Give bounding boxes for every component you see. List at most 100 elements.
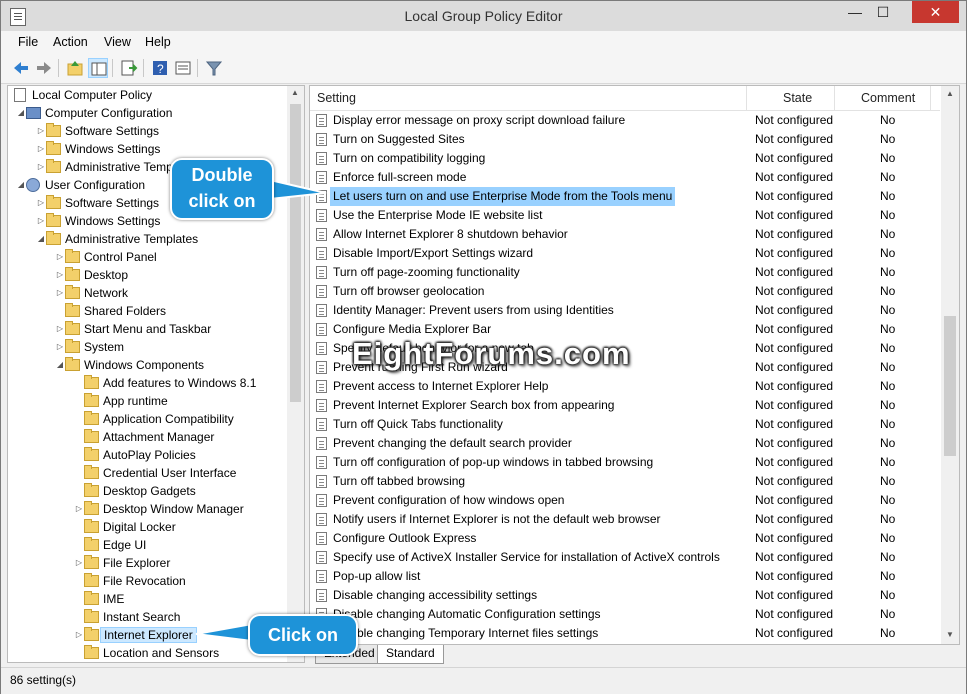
column-divider[interactable] (834, 86, 835, 110)
tree-item-windows-settings[interactable]: ▷ Windows Settings (36, 140, 160, 158)
collapsed-arrow-icon[interactable]: ▷ (36, 194, 46, 212)
setting-row[interactable]: Turn off browser geolocation Not configur… (310, 282, 940, 301)
tree-item-component[interactable]: Application Compatibility (74, 410, 234, 428)
setting-row[interactable]: Display error message on proxy script do… (310, 111, 940, 130)
expanded-arrow-icon[interactable]: ◢ (55, 356, 65, 374)
setting-row[interactable]: Configure Outlook Express Not configured N… (310, 529, 940, 548)
tree-item-component[interactable]: Credential User Interface (74, 464, 236, 482)
column-header-comment[interactable]: Comment (861, 91, 915, 105)
export-list-icon[interactable] (119, 58, 139, 78)
setting-row[interactable]: Disable changing Automatic Configuration… (310, 605, 940, 624)
menu-action[interactable]: Action (53, 35, 88, 49)
forward-icon[interactable] (34, 58, 54, 78)
expanded-arrow-icon[interactable]: ◢ (16, 176, 26, 194)
collapsed-arrow-icon[interactable]: ▷ (36, 158, 46, 176)
tree-item-start-menu-taskbar[interactable]: ▷ Start Menu and Taskbar (55, 320, 211, 338)
tree-item-internet-explorer[interactable]: ▷ Internet Explorer (74, 626, 197, 644)
collapsed-arrow-icon[interactable]: ▷ (74, 554, 84, 572)
collapsed-arrow-icon[interactable]: ▷ (55, 284, 65, 302)
setting-row[interactable]: Notify users if Internet Explorer is not… (310, 510, 940, 529)
tree-item-user-configuration[interactable]: ◢ User Configuration (16, 176, 145, 194)
setting-row[interactable]: Turn off tabbed browsing Not configured No (310, 472, 940, 491)
expanded-arrow-icon[interactable]: ◢ (36, 230, 46, 248)
back-icon[interactable] (11, 58, 31, 78)
tree-item-component[interactable]: App runtime (74, 392, 168, 410)
scroll-up-icon[interactable]: ▲ (291, 88, 299, 97)
collapsed-arrow-icon[interactable]: ▷ (55, 320, 65, 338)
tree-item-computer-configuration[interactable]: ◢ Computer Configuration (16, 104, 172, 122)
tree-item-administrative-templates[interactable]: ◢ Administrative Templates (36, 230, 198, 248)
tree-item-component[interactable]: ▷ Desktop Window Manager (74, 500, 244, 518)
setting-row[interactable]: Disable Import/Export Settings wizard Not… (310, 244, 940, 263)
close-button[interactable]: ✕ (912, 1, 959, 23)
scroll-down-icon[interactable]: ▼ (946, 630, 954, 639)
column-header-setting[interactable]: Setting (317, 91, 356, 105)
setting-row[interactable]: Prevent changing the default search prov… (310, 434, 940, 453)
expanded-arrow-icon[interactable]: ◢ (16, 104, 26, 122)
list-scrollbar-thumb[interactable] (944, 316, 956, 456)
tree-item-software-settings[interactable]: ▷ Software Settings (36, 194, 159, 212)
collapsed-arrow-icon[interactable]: ▷ (36, 212, 46, 230)
setting-row[interactable]: Turn on Suggested Sites Not configured No (310, 130, 940, 149)
tree-item-local-computer-policy[interactable]: Local Computer Policy (14, 86, 152, 104)
menu-help[interactable]: Help (145, 35, 171, 49)
tree-item-component[interactable]: Attachment Manager (74, 428, 214, 446)
scroll-up-icon[interactable]: ▲ (946, 89, 954, 98)
filter-icon[interactable] (204, 58, 224, 78)
tree-item-component[interactable]: Location and Sensors (74, 644, 219, 662)
tree-item-desktop[interactable]: ▷ Desktop (55, 266, 128, 284)
tree-item-system[interactable]: ▷ System (55, 338, 124, 356)
tree-item-component[interactable]: File Revocation (74, 572, 186, 590)
setting-row[interactable]: Allow Internet Explorer 8 shutdown behav… (310, 225, 940, 244)
help-icon[interactable]: ? (150, 58, 170, 78)
tree-item-software-settings[interactable]: ▷ Software Settings (36, 122, 159, 140)
tab-standard[interactable]: Standard (377, 645, 444, 664)
tree-item-shared-folders[interactable]: Shared Folders (55, 302, 166, 320)
properties-icon[interactable] (173, 58, 193, 78)
up-folder-icon[interactable] (65, 58, 85, 78)
tree-item-component[interactable]: IME (74, 590, 124, 608)
column-divider[interactable] (746, 86, 747, 110)
setting-row[interactable]: Turn off configuration of pop-up windows… (310, 453, 940, 472)
tree-item-network[interactable]: ▷ Network (55, 284, 128, 302)
tree-item-component[interactable]: Add features to Windows 8.1 (74, 374, 256, 392)
tree-item-control-panel[interactable]: ▷ Control Panel (55, 248, 157, 266)
setting-row[interactable]: Turn off page-zooming functionality Not c… (310, 263, 940, 282)
minimize-button[interactable]: — (841, 1, 869, 23)
setting-row[interactable]: Turn off Quick Tabs functionality Not con… (310, 415, 940, 434)
tree-item-component[interactable]: Edge UI (74, 536, 146, 554)
setting-row[interactable]: Enforce full-screen mode Not configured No (310, 168, 940, 187)
setting-row[interactable]: Specify use of ActiveX Installer Service… (310, 548, 940, 567)
setting-row[interactable]: Use the Enterprise Mode IE website list N… (310, 206, 940, 225)
menu-view[interactable]: View (104, 35, 131, 49)
show-hide-tree-icon[interactable] (88, 58, 108, 78)
setting-row[interactable]: Disable changing Temporary Internet file… (310, 624, 940, 643)
tree-scrollbar-thumb[interactable] (290, 104, 301, 402)
setting-row[interactable]: Disable changing accessibility settings N… (310, 586, 940, 605)
tree-item-component[interactable]: AutoPlay Policies (74, 446, 196, 464)
tree-item-component[interactable]: Digital Locker (74, 518, 176, 536)
collapsed-arrow-icon[interactable]: ▷ (74, 500, 84, 518)
collapsed-arrow-icon[interactable]: ▷ (55, 338, 65, 356)
setting-row[interactable]: Pop-up allow list Not configured No (310, 567, 940, 586)
tree-scrollbar[interactable]: ▲ ▼ (287, 86, 304, 662)
setting-row[interactable]: Let users turn on and use Enterprise Mod… (310, 187, 940, 206)
tree-item-windows-settings[interactable]: ▷ Windows Settings (36, 212, 160, 230)
setting-row[interactable]: Prevent Internet Explorer Search box fro… (310, 396, 940, 415)
maximize-button[interactable]: ☐ (869, 1, 897, 23)
tree-item-component[interactable]: ▷ File Explorer (74, 554, 170, 572)
tree-item-component[interactable]: Instant Search (74, 608, 180, 626)
collapsed-arrow-icon[interactable]: ▷ (36, 122, 46, 140)
collapsed-arrow-icon[interactable]: ▷ (55, 266, 65, 284)
setting-row[interactable]: Prevent configuration of how windows ope… (310, 491, 940, 510)
tree-item-component[interactable]: Desktop Gadgets (74, 482, 196, 500)
tree-item-windows-components[interactable]: ◢ Windows Components (55, 356, 204, 374)
collapsed-arrow-icon[interactable]: ▷ (55, 248, 65, 266)
column-header-state[interactable]: State (783, 91, 812, 105)
setting-row[interactable]: Identity Manager: Prevent users from usi… (310, 301, 940, 320)
list-scrollbar[interactable]: ▲ ▼ (941, 86, 959, 644)
collapsed-arrow-icon[interactable]: ▷ (36, 140, 46, 158)
collapsed-arrow-icon[interactable]: ▷ (74, 626, 84, 644)
setting-row[interactable]: Prevent access to Internet Explorer Help… (310, 377, 940, 396)
setting-row[interactable]: Turn on compatibility logging Not configu… (310, 149, 940, 168)
